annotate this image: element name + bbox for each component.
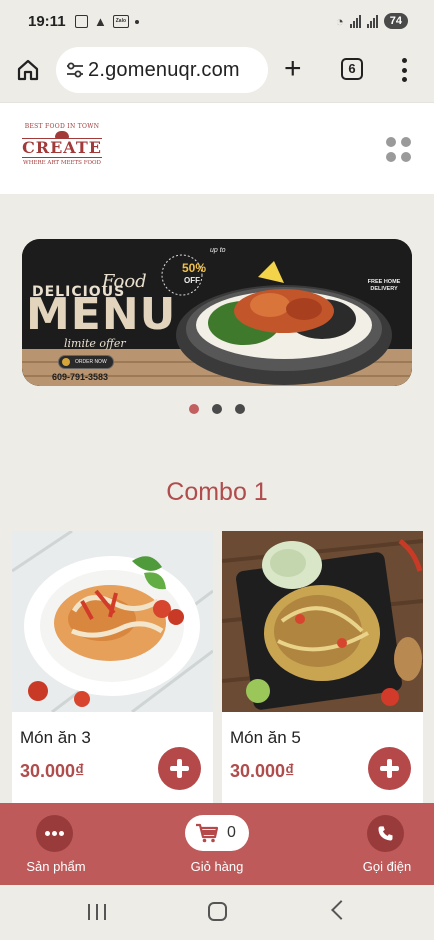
grid-icon[interactable] [386, 137, 412, 162]
more-horizontal-icon[interactable] [36, 815, 73, 852]
url-text: 2.gomenuqr.com [88, 59, 240, 81]
product-price: 30.000₫ [20, 761, 85, 781]
nav-products[interactable]: Sản phẩm [14, 803, 98, 885]
system-home-icon[interactable] [208, 902, 227, 921]
screenshot-icon [75, 15, 88, 28]
status-system-icons: ◔ 74 [336, 13, 408, 29]
warning-icon: ▲ [94, 14, 107, 29]
carousel-dot-2[interactable] [212, 404, 222, 414]
product-price: 30.000₫ [230, 761, 295, 781]
product-image[interactable] [12, 531, 213, 712]
phone-icon[interactable] [367, 815, 404, 852]
back-icon[interactable] [331, 900, 351, 920]
nav-cart[interactable]: 0 Giỏ hàng [176, 803, 258, 885]
zalo-icon: Zalo [112, 15, 129, 28]
plus-icon[interactable]: + [284, 54, 302, 84]
nav-products-label: Sản phẩm [26, 859, 86, 874]
section-title: Combo 1 [166, 478, 268, 506]
banner-discount: 50% [182, 261, 207, 275]
banner-order-button: ORDER NOW [58, 355, 114, 369]
tab-switcher-icon[interactable]: 6 [341, 58, 363, 80]
product-name[interactable]: Món ăn 5 [230, 728, 301, 748]
logo-tagline-top: BEST FOOD IN TOWN [24, 123, 100, 130]
nav-cart-label: Giỏ hàng [190, 859, 244, 874]
more-notifications-dot [134, 19, 139, 24]
site-logo[interactable]: BEST FOOD IN TOWN CREATE WHERE ART MEETS… [22, 123, 102, 175]
cart-icon [196, 823, 219, 843]
tune-icon[interactable] [66, 61, 84, 79]
site-header: BEST FOOD IN TOWN CREATE WHERE ART MEETS… [0, 102, 434, 194]
product-card[interactable]: Món ăn 5 30.000₫ [222, 531, 423, 803]
product-card[interactable]: Món ăn 3 30.000₫ [12, 531, 213, 803]
banner-delivery-text: FREE HOME DELIVERY [367, 279, 401, 292]
browser-toolbar: 2.gomenuqr.com + 6 [0, 44, 434, 96]
nav-call[interactable]: Gọi điện [352, 803, 422, 885]
product-image[interactable] [222, 531, 423, 712]
cart-button[interactable]: 0 [185, 815, 249, 851]
system-navigation-bar [0, 885, 434, 940]
add-to-cart-button[interactable] [158, 747, 201, 790]
logo-wordmark: CREATE [22, 138, 102, 158]
add-to-cart-button[interactable] [368, 747, 411, 790]
banner-phone: 609-791-3583 [52, 372, 109, 382]
carousel-indicator [0, 404, 434, 414]
recent-apps-icon[interactable] [88, 904, 106, 920]
signal-icon [349, 14, 361, 28]
status-bar: 19:11 ▲ Zalo ◔ 74 [0, 0, 434, 44]
signal-icon-2 [366, 14, 378, 28]
chef-hat-icon [55, 131, 69, 138]
banner-off-text: OFF [184, 276, 200, 285]
banner-limited-text: limite offer [64, 337, 126, 350]
bottom-nav: Sản phẩm 0 Giỏ hàng Gọi điện [0, 803, 434, 885]
banner-menu-text: MENU [26, 289, 177, 340]
wifi-icon: ◔ [335, 13, 344, 29]
product-name[interactable]: Món ăn 3 [20, 728, 91, 748]
address-bar[interactable]: 2.gomenuqr.com [56, 47, 268, 93]
home-icon[interactable] [16, 58, 40, 82]
logo-tagline-bottom: WHERE ART MEETS FOOD [23, 160, 101, 166]
carousel-dot-3[interactable] [235, 404, 245, 414]
status-time: 19:11 [28, 13, 66, 30]
banner-upto-text: up to [210, 247, 226, 254]
more-vertical-icon[interactable] [402, 58, 408, 82]
status-notification-icons: ▲ Zalo [75, 14, 139, 29]
cart-count: 0 [227, 824, 236, 841]
carousel-dot-1[interactable] [189, 404, 199, 414]
promo-banner[interactable]: Food DELICIOUS MENU limite offer ORDER N… [22, 239, 412, 386]
nav-call-label: Gọi điện [362, 859, 412, 874]
battery-indicator: 74 [383, 13, 408, 29]
